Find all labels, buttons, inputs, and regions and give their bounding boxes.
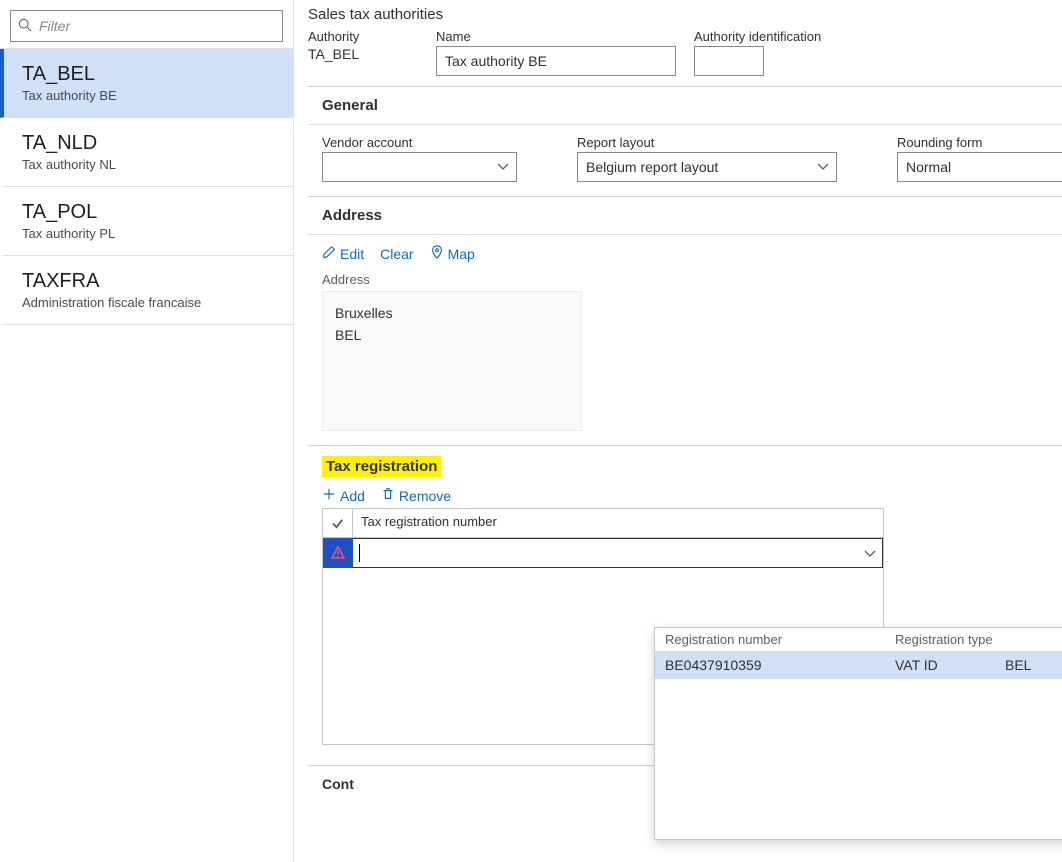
- list-item-desc: Tax authority NL: [22, 157, 277, 172]
- list-item-code: TA_POL: [22, 201, 277, 224]
- general-header[interactable]: General: [308, 87, 1062, 125]
- search-icon: [18, 18, 32, 32]
- address-section: Address Edit Clear Map Address: [308, 197, 1062, 446]
- list-item[interactable]: TA_BEL Tax authority BE: [0, 49, 293, 118]
- add-button[interactable]: Add: [322, 487, 365, 504]
- trash-icon: [381, 487, 395, 504]
- general-section: General Vendor account Report layout: [308, 86, 1062, 197]
- pencil-icon: [322, 245, 336, 262]
- list-item[interactable]: TAXFRA Administration fiscale francaise: [0, 256, 293, 325]
- clear-label: Clear: [380, 246, 413, 262]
- add-label: Add: [340, 488, 365, 504]
- list-item-code: TA_BEL: [22, 63, 277, 86]
- address-line: BEL: [335, 324, 569, 346]
- text-cursor: [359, 544, 360, 562]
- address-line: Bruxelles: [335, 302, 569, 324]
- page-title: Sales tax authorities: [308, 4, 1062, 29]
- list-item[interactable]: TA_NLD Tax authority NL: [0, 118, 293, 187]
- address-header[interactable]: Address: [308, 197, 1062, 235]
- vendor-select[interactable]: [322, 152, 517, 182]
- list-item-code: TAXFRA: [22, 270, 277, 293]
- popup-col-registration-type[interactable]: Registration type: [895, 632, 1005, 647]
- filter-input[interactable]: [10, 10, 283, 42]
- popup-row[interactable]: BE0437910359 VAT ID BEL: [655, 651, 1062, 679]
- popup-cell-country: BEL: [1005, 657, 1031, 673]
- name-label: Name: [436, 29, 676, 44]
- registration-lookup-popup: Registration number Registration type BE…: [654, 627, 1062, 840]
- map-link[interactable]: Map: [430, 245, 475, 262]
- edit-label: Edit: [340, 246, 364, 262]
- auth-id-input[interactable]: [694, 46, 764, 76]
- popup-cell-number: BE0437910359: [665, 657, 895, 673]
- list-item-desc: Tax authority PL: [22, 226, 277, 241]
- rounding-select[interactable]: [897, 152, 1062, 182]
- popup-cell-type: VAT ID: [895, 657, 1005, 673]
- layout-label: Report layout: [577, 135, 837, 150]
- list-item-desc: Administration fiscale francaise: [22, 295, 277, 310]
- authority-label: Authority: [308, 29, 418, 44]
- authority-value: TA_BEL: [308, 46, 418, 76]
- chevron-down-icon[interactable]: [864, 547, 876, 563]
- select-all-column[interactable]: [323, 509, 353, 537]
- detail-pane: Sales tax authorities Authority TA_BEL N…: [294, 0, 1062, 862]
- remove-button[interactable]: Remove: [381, 487, 451, 504]
- popup-col-registration-number[interactable]: Registration number: [665, 632, 895, 647]
- tax-reg-number-column-header[interactable]: Tax registration number: [353, 509, 883, 537]
- list-item[interactable]: TA_POL Tax authority PL: [0, 187, 293, 256]
- list-item-code: TA_NLD: [22, 132, 277, 155]
- list-item-desc: Tax authority BE: [22, 88, 277, 103]
- plus-icon: [322, 487, 336, 504]
- remove-label: Remove: [399, 488, 451, 504]
- map-label: Map: [448, 246, 475, 262]
- address-display: Bruxelles BEL: [322, 291, 582, 431]
- name-input[interactable]: [436, 46, 676, 76]
- vendor-label: Vendor account: [322, 135, 517, 150]
- rounding-label: Rounding form: [897, 135, 1062, 150]
- auth-id-label: Authority identification: [694, 29, 821, 44]
- edit-link[interactable]: Edit: [322, 245, 364, 262]
- tax-registration-header[interactable]: Tax registration: [322, 456, 441, 477]
- address-field-label: Address: [322, 272, 1048, 287]
- row-warning-indicator: [323, 538, 353, 568]
- authority-list-pane: TA_BEL Tax authority BE TA_NLD Tax autho…: [0, 0, 294, 862]
- popup-empty-area: [655, 679, 1062, 839]
- grid-row: [323, 538, 883, 568]
- tax-reg-number-input[interactable]: [353, 539, 882, 567]
- layout-select[interactable]: [577, 152, 837, 182]
- clear-link[interactable]: Clear: [380, 246, 413, 262]
- map-pin-icon: [430, 245, 444, 262]
